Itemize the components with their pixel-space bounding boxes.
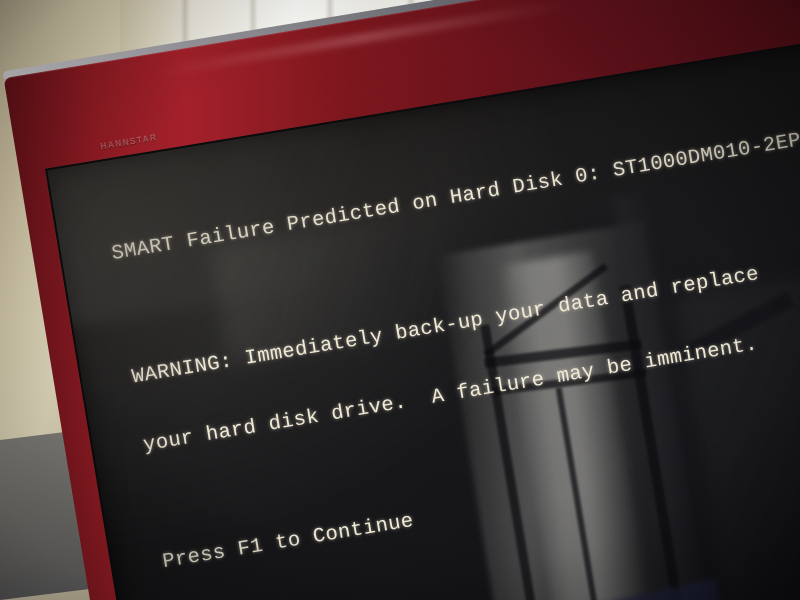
- photograph-of-monitor: HANNSTAR SMART Failure Predicted on Hard…: [0, 0, 800, 600]
- monitor: HANNSTAR SMART Failure Predicted on Hard…: [2, 0, 800, 600]
- bios-message: SMART Failure Predicted on Hard Disk 0: …: [104, 72, 800, 600]
- seat-reflection: [489, 578, 734, 600]
